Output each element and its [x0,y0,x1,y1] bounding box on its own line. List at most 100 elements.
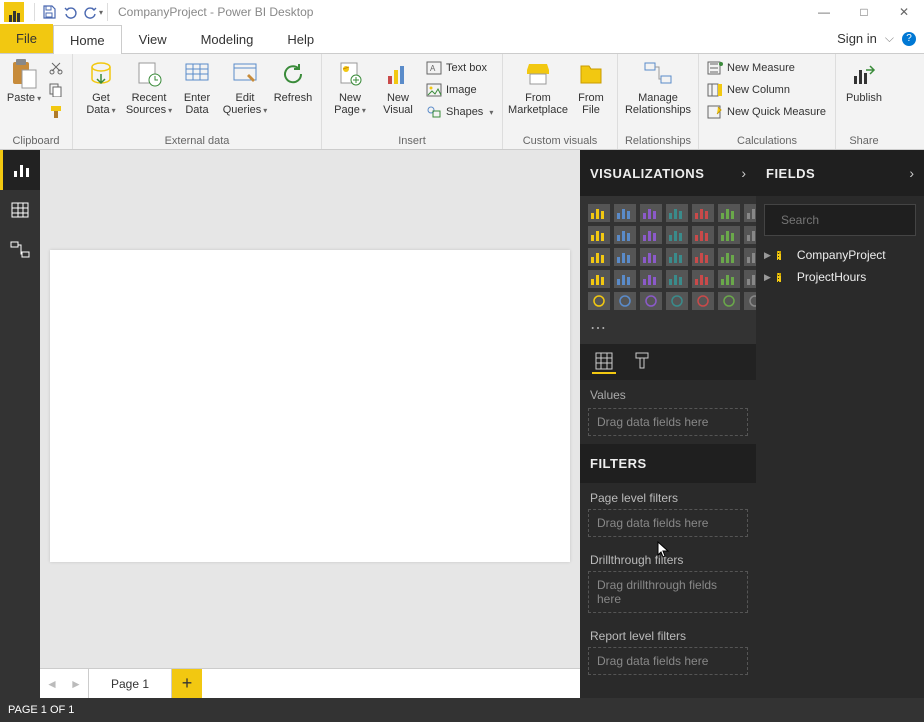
viz-qa-visual[interactable] [718,292,740,310]
page-filters-label: Page level filters [580,483,756,507]
publish-button[interactable]: Publish [840,56,888,106]
viz-100-stacked-bar[interactable] [692,204,714,222]
viz-python[interactable] [640,292,662,310]
table-item[interactable]: ▶ CompanyProject [756,244,924,266]
table-name: ProjectHours [797,270,866,284]
viz-line-stacked-column[interactable] [692,226,714,244]
caret-icon: ▶ [764,272,771,283]
modeling-tab[interactable]: Modeling [184,24,271,53]
viz-arcgis[interactable] [588,292,610,310]
format-painter-button[interactable] [46,102,66,122]
ribbon-group-label: Share [840,133,888,149]
format-tab-icon[interactable] [630,350,654,374]
report-view-button[interactable] [0,150,40,190]
refresh-button[interactable]: Refresh [269,56,317,106]
viz-clustered-bar[interactable] [666,204,688,222]
more-visuals-button[interactable]: ⋯ [580,318,756,344]
viz-clustered-column[interactable] [614,204,636,222]
close-button[interactable]: ✕ [884,0,924,24]
ribbon-group-label: Clipboard [4,133,68,149]
recent-sources-button[interactable]: RecentSources [125,56,173,119]
viz-stacked-column[interactable] [640,204,662,222]
viz-stacked-bar[interactable] [588,204,610,222]
model-view-button[interactable] [0,230,40,270]
enter-data-button[interactable]: EnterData [173,56,221,118]
nav-rail [0,150,40,698]
new-page-button[interactable]: NewPage [326,56,374,119]
main-area: ◄ ► Page 1 + VISUALIZATIONS › ⋯ Values D… [0,150,924,698]
viz-key-influencers[interactable] [666,292,688,310]
viz-funnel[interactable] [718,248,740,266]
ribbon-group-label: Custom visuals [507,133,613,149]
viz-decomposition[interactable] [692,292,714,310]
menu-tabs: File Home View Modeling Help Sign in ⌵ ? [0,24,924,54]
report-canvas[interactable] [50,250,570,562]
copy-button[interactable] [46,80,66,100]
home-tab[interactable]: Home [53,25,122,54]
edit-queries-button[interactable]: EditQueries [221,56,269,119]
viz-matrix[interactable] [718,270,740,288]
data-view-button[interactable] [0,190,40,230]
viz-table[interactable] [692,270,714,288]
fields-tab-icon[interactable] [592,350,616,374]
new-visual-button[interactable]: NewVisual [374,56,422,118]
viz-donut[interactable] [614,248,636,266]
page-filters-dropwell[interactable]: Drag data fields here [588,509,748,537]
report-filters-label: Report level filters [580,621,756,645]
status-text: PAGE 1 OF 1 [8,704,74,716]
viz-100-stacked-column[interactable] [718,204,740,222]
collapse-pane-icon[interactable]: › [741,165,746,181]
manage-relationships-button[interactable]: ManageRelationships [622,56,694,118]
viz-map[interactable] [666,248,688,266]
viz-slicer[interactable] [666,270,688,288]
ribbon-group-external-data: GetData RecentSources EnterData EditQuer… [73,54,322,149]
from-marketplace-button[interactable]: FromMarketplace [507,56,569,118]
signin-link[interactable]: Sign in [837,31,877,46]
save-icon[interactable] [39,2,59,22]
page-prev-button[interactable]: ◄ [40,669,64,698]
image-button[interactable]: Image [424,80,496,100]
viz-card[interactable] [588,270,610,288]
viz-treemap[interactable] [640,248,662,266]
viz-multi-row-card[interactable] [614,270,636,288]
page-tab[interactable]: Page 1 [88,669,172,698]
table-item[interactable]: ▶ ProjectHours [756,266,924,288]
viz-line-clustered-column[interactable] [666,226,688,244]
add-page-button[interactable]: + [172,669,202,698]
viz-kpi[interactable] [640,270,662,288]
report-filters-dropwell[interactable]: Drag data fields here [588,647,748,675]
viz-stacked-area[interactable] [640,226,662,244]
maximize-button[interactable]: □ [844,0,884,24]
viz-filled-map[interactable] [692,248,714,266]
fields-search[interactable] [764,204,916,236]
help-icon[interactable]: ? [902,32,916,46]
page-next-button[interactable]: ► [64,669,88,698]
text-box-button[interactable]: AText box [424,58,496,78]
search-input[interactable] [781,213,924,227]
viz-pie[interactable] [588,248,610,266]
get-data-button[interactable]: GetData [77,56,125,119]
from-file-button[interactable]: FromFile [569,56,613,118]
file-tab[interactable]: File [0,24,53,53]
drillthrough-dropwell[interactable]: Drag drillthrough fields here [588,571,748,613]
new-quick-measure-button[interactable]: New Quick Measure [705,102,829,122]
viz-line[interactable] [588,226,610,244]
new-measure-button[interactable]: New Measure [705,58,829,78]
minimize-button[interactable]: — [804,0,844,24]
cut-button[interactable] [46,58,66,78]
help-tab[interactable]: Help [270,24,331,53]
view-tab[interactable]: View [122,24,184,53]
viz-powerapps[interactable] [614,292,636,310]
chevron-down-icon[interactable]: ⌵ [885,31,894,46]
caret-icon: ▶ [764,250,771,261]
paste-button[interactable]: Paste [4,56,44,107]
new-column-button[interactable]: New Column [705,80,829,100]
collapse-pane-icon[interactable]: › [909,165,914,181]
viz-area[interactable] [614,226,636,244]
viz-waterfall[interactable] [718,226,740,244]
fields-pane: FIELDS › ▶ CompanyProject▶ ProjectHours [756,150,924,698]
undo-icon[interactable] [61,2,81,22]
redo-icon[interactable] [83,2,103,22]
shapes-button[interactable]: Shapes [424,102,496,122]
values-dropwell[interactable]: Drag data fields here [588,408,748,436]
